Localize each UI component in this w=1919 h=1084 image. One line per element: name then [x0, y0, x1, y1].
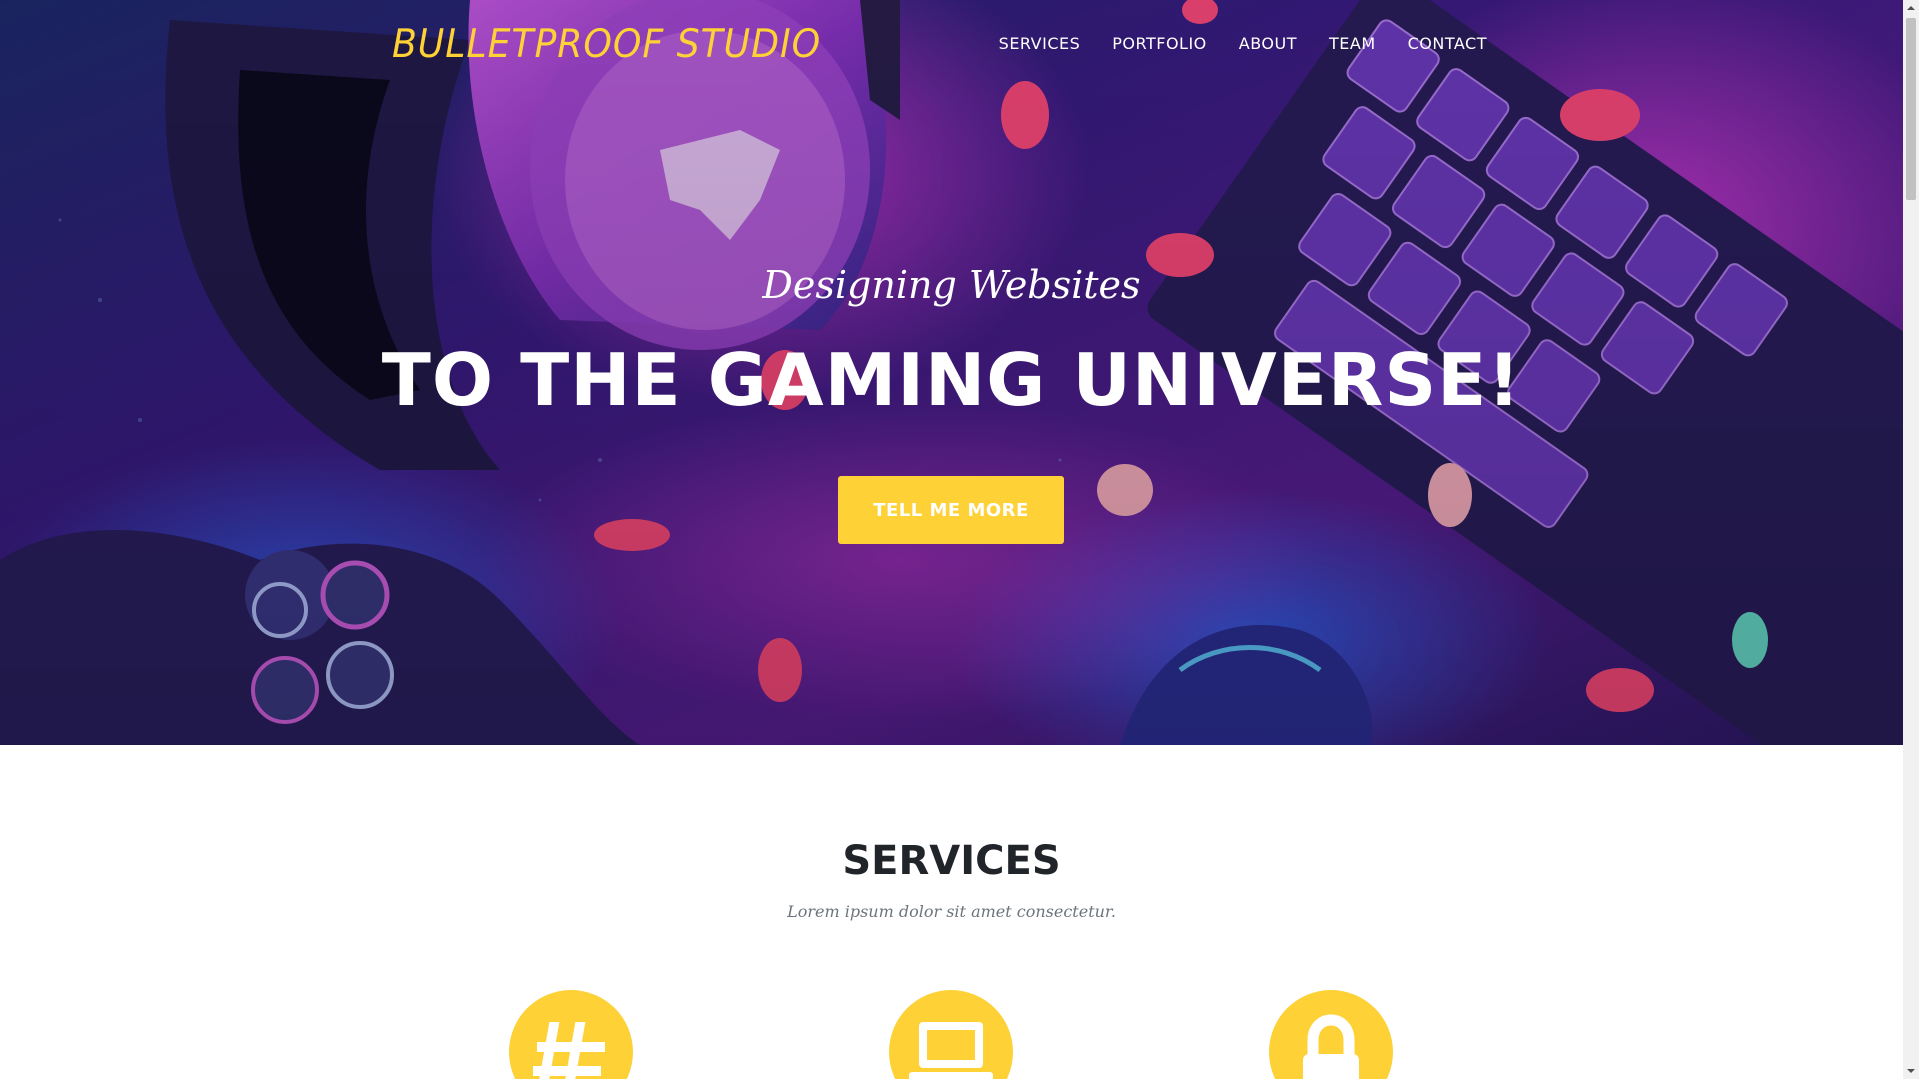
lock-icon — [1269, 990, 1393, 1079]
nav-link-contact[interactable]: CONTACT — [1392, 34, 1503, 53]
nav-link-team[interactable]: TEAM — [1313, 34, 1392, 53]
hero-subheading: Designing Websites — [762, 263, 1141, 307]
page-scrollbar[interactable] — [1903, 0, 1919, 1079]
nav-link-portfolio[interactable]: PORTFOLIO — [1096, 34, 1223, 53]
services-title: SERVICES — [842, 838, 1061, 884]
page: BULLETPROOF STUDIO SERVICES PORTFOLIO AB… — [0, 0, 1903, 1079]
tell-me-more-button[interactable]: TELL ME MORE — [838, 476, 1064, 544]
main-navigation: SERVICES PORTFOLIO ABOUT TEAM CONTACT — [983, 34, 1503, 53]
nav-link-about[interactable]: ABOUT — [1223, 34, 1313, 53]
scroll-up-arrow-icon[interactable] — [1903, 0, 1919, 16]
services-subtitle: Lorem ipsum dolor sit amet consectetur. — [787, 902, 1116, 921]
nav-link-services[interactable]: SERVICES — [983, 34, 1097, 53]
scroll-down-arrow-icon[interactable] — [1903, 1063, 1919, 1079]
hero-heading: TO THE GAMING UNIVERSE! — [381, 338, 1522, 422]
scrollbar-thumb[interactable] — [1906, 18, 1916, 200]
brand-logo[interactable]: BULLETPROOF STUDIO — [392, 22, 821, 67]
laptop-icon — [889, 990, 1013, 1079]
hero-section: BULLETPROOF STUDIO SERVICES PORTFOLIO AB… — [0, 0, 1903, 745]
hashtag-icon — [509, 990, 633, 1079]
